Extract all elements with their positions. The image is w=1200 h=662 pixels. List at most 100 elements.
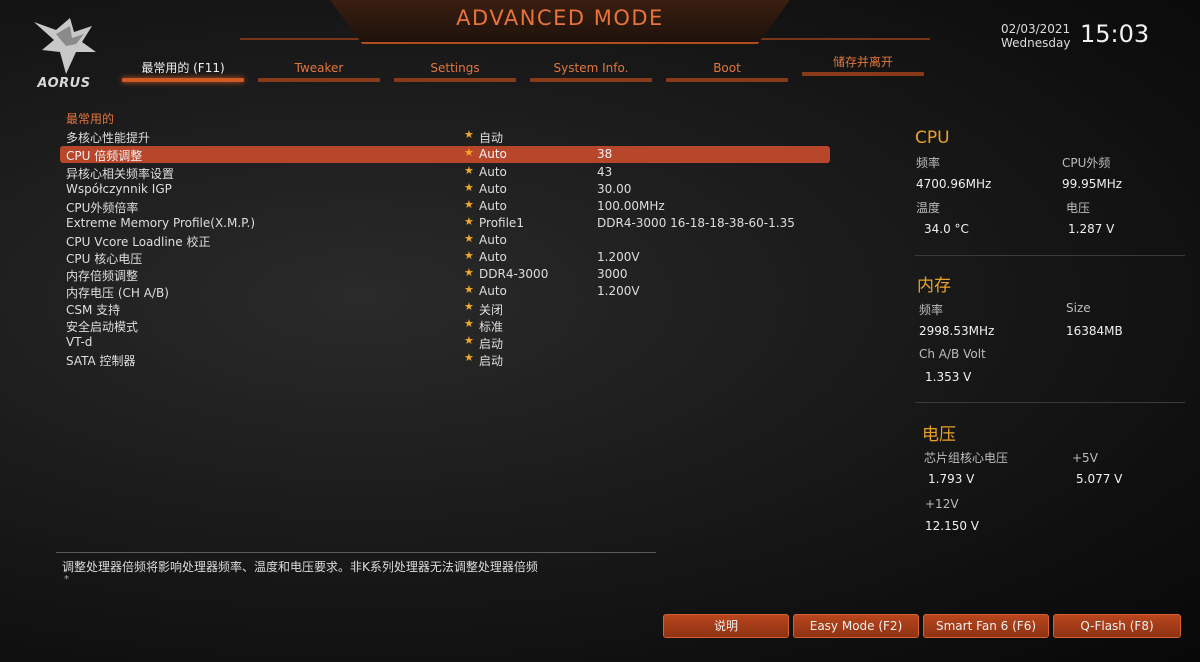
- setting-option[interactable]: Auto: [479, 165, 507, 179]
- panel-divider: [915, 255, 1185, 256]
- setting-option[interactable]: Auto: [479, 199, 507, 213]
- description-mark: *: [64, 574, 69, 585]
- tab-settings[interactable]: Settings: [394, 58, 516, 82]
- mem-size-label: Size: [1066, 301, 1091, 315]
- memory-section-title: 内存: [917, 276, 951, 296]
- setting-option[interactable]: Auto: [479, 233, 507, 247]
- tab-label: 储存并离开: [832, 55, 893, 69]
- setting-label: Extreme Memory Profile(X.M.P.): [66, 216, 256, 230]
- star-icon: ★: [464, 334, 474, 347]
- setting-option[interactable]: Auto: [479, 147, 507, 161]
- setting-row-mem-ratio[interactable]: 内存倍频调整 ★ DDR4-3000 3000: [60, 266, 830, 283]
- setting-row-bclk[interactable]: CPU外频倍率 ★ Auto 100.00MHz: [60, 198, 830, 215]
- star-icon: ★: [464, 317, 474, 330]
- p12v-label: +12V: [925, 497, 959, 511]
- setting-label: CPU 倍频调整: [66, 149, 143, 163]
- setting-value: 3000: [597, 267, 628, 281]
- p5v-value: 5.077 V: [1076, 472, 1123, 486]
- tab-underline: [530, 78, 652, 82]
- tab-underline: [122, 78, 244, 82]
- star-icon: ★: [464, 128, 474, 141]
- star-icon: ★: [464, 215, 474, 228]
- setting-label: Współczynnik IGP: [66, 182, 172, 196]
- cpu-temp-label: 温度: [916, 201, 941, 215]
- mem-volt-label: Ch A/B Volt: [919, 347, 986, 361]
- setting-value: 38: [597, 147, 613, 161]
- q-flash-button[interactable]: Q-Flash (F8): [1053, 614, 1181, 638]
- setting-row-igp-ratio[interactable]: Współczynnik IGP ★ Auto 30.00: [60, 181, 830, 198]
- setting-label: 异核心相关频率设置: [66, 167, 175, 181]
- date: 02/03/2021: [1001, 22, 1071, 36]
- cpu-freq-label: 频率: [916, 156, 941, 170]
- star-icon: ★: [464, 146, 474, 159]
- setting-option[interactable]: 标准: [479, 318, 503, 335]
- tab-underline: [666, 78, 788, 82]
- cpu-volt-label: 电压: [1066, 201, 1091, 215]
- tab-system-info[interactable]: System Info.: [530, 58, 652, 82]
- setting-value: DDR4-3000 16-18-18-38-60-1.35: [597, 216, 795, 230]
- setting-option[interactable]: 启动: [479, 352, 503, 369]
- setting-option[interactable]: Profile1: [479, 216, 524, 230]
- setting-row-csm[interactable]: CSM 支持 ★ 关闭: [60, 300, 830, 317]
- setting-value: 43: [597, 165, 613, 179]
- star-icon: ★: [464, 164, 474, 177]
- tab-tweaker[interactable]: Tweaker: [258, 58, 380, 82]
- tab-save-exit[interactable]: 储存并离开: [802, 52, 924, 76]
- setting-row-cpu-vcore[interactable]: CPU 核心电压 ★ Auto 1.200V: [60, 249, 830, 266]
- chipset-volt-value: 1.793 V: [928, 472, 975, 486]
- tab-label: 最常用的 (F11): [141, 61, 225, 75]
- help-button[interactable]: 说明: [663, 614, 789, 638]
- setting-row-vcore-loadline[interactable]: CPU Vcore Loadline 校正 ★ Auto: [60, 232, 830, 249]
- setting-row-secure-boot[interactable]: 安全启动模式 ★ 标准: [60, 317, 830, 334]
- setting-option[interactable]: DDR4-3000: [479, 267, 548, 281]
- cpu-bclk-value: 99.95MHz: [1062, 177, 1123, 191]
- tab-underline: [802, 72, 924, 76]
- setting-option[interactable]: Auto: [479, 284, 507, 298]
- mode-title: ADVANCED MODE: [456, 6, 664, 30]
- setting-label: CPU 核心电压: [66, 252, 143, 266]
- setting-option[interactable]: Auto: [479, 250, 507, 264]
- setting-option[interactable]: 启动: [479, 335, 503, 352]
- star-icon: ★: [464, 181, 474, 194]
- aorus-logo-text: AORUS: [37, 76, 91, 91]
- star-icon: ★: [464, 300, 474, 313]
- setting-label: CPU Vcore Loadline 校正: [66, 235, 211, 249]
- cpu-temp-value: 34.0 °C: [924, 222, 969, 236]
- setting-row-vt-d[interactable]: VT-d ★ 启动: [60, 334, 830, 351]
- section-title: 最常用的: [66, 112, 115, 126]
- description-divider: [56, 552, 656, 553]
- mem-size-value: 16384MB: [1066, 324, 1123, 338]
- star-icon: ★: [464, 249, 474, 262]
- mem-freq-label: 频率: [919, 303, 944, 317]
- p5v-label: +5V: [1072, 451, 1098, 465]
- setting-row-sata[interactable]: SATA 控制器 ★ 启动: [60, 351, 830, 368]
- setting-label: 内存倍频调整: [66, 269, 139, 283]
- clock: 15:03: [1080, 20, 1150, 48]
- easy-mode-button[interactable]: Easy Mode (F2): [793, 614, 919, 638]
- setting-row-ring-ratio[interactable]: 异核心相关频率设置 ★ Auto 43: [60, 164, 830, 181]
- smart-fan-button[interactable]: Smart Fan 6 (F6): [923, 614, 1049, 638]
- panel-divider: [915, 402, 1185, 403]
- tab-label: Tweaker: [294, 61, 344, 75]
- setting-label: 多核心性能提升: [66, 131, 151, 145]
- setting-option[interactable]: 自动: [479, 129, 503, 146]
- tab-boot[interactable]: Boot: [666, 58, 788, 82]
- tab-label: Boot: [713, 61, 741, 75]
- star-icon: ★: [464, 283, 474, 296]
- weekday: Wednesday: [1001, 36, 1071, 50]
- setting-label: CSM 支持: [66, 303, 121, 317]
- p12v-value: 12.150 V: [925, 519, 980, 533]
- setting-row-mce[interactable]: 多核心性能提升 ★ 自动: [60, 128, 830, 145]
- setting-row-mem-voltage[interactable]: 内存电压 (CH A/B) ★ Auto 1.200V: [60, 283, 830, 300]
- setting-option[interactable]: Auto: [479, 182, 507, 196]
- setting-option[interactable]: 关闭: [479, 301, 503, 318]
- mem-volt-value: 1.353 V: [925, 370, 972, 384]
- tab-favorites[interactable]: 最常用的 (F11): [122, 58, 244, 82]
- setting-label: SATA 控制器: [66, 354, 136, 368]
- help-description: 调整处理器倍频将影响处理器频率、温度和电压要求。非K系列处理器无法调整处理器倍频: [62, 560, 538, 574]
- star-icon: ★: [464, 232, 474, 245]
- tab-label: Settings: [430, 61, 480, 75]
- setting-row-cpu-ratio[interactable]: CPU 倍频调整 ★ Auto 38: [60, 146, 830, 163]
- setting-row-xmp[interactable]: Extreme Memory Profile(X.M.P.) ★ Profile…: [60, 215, 830, 232]
- cpu-section-title: CPU: [915, 128, 950, 148]
